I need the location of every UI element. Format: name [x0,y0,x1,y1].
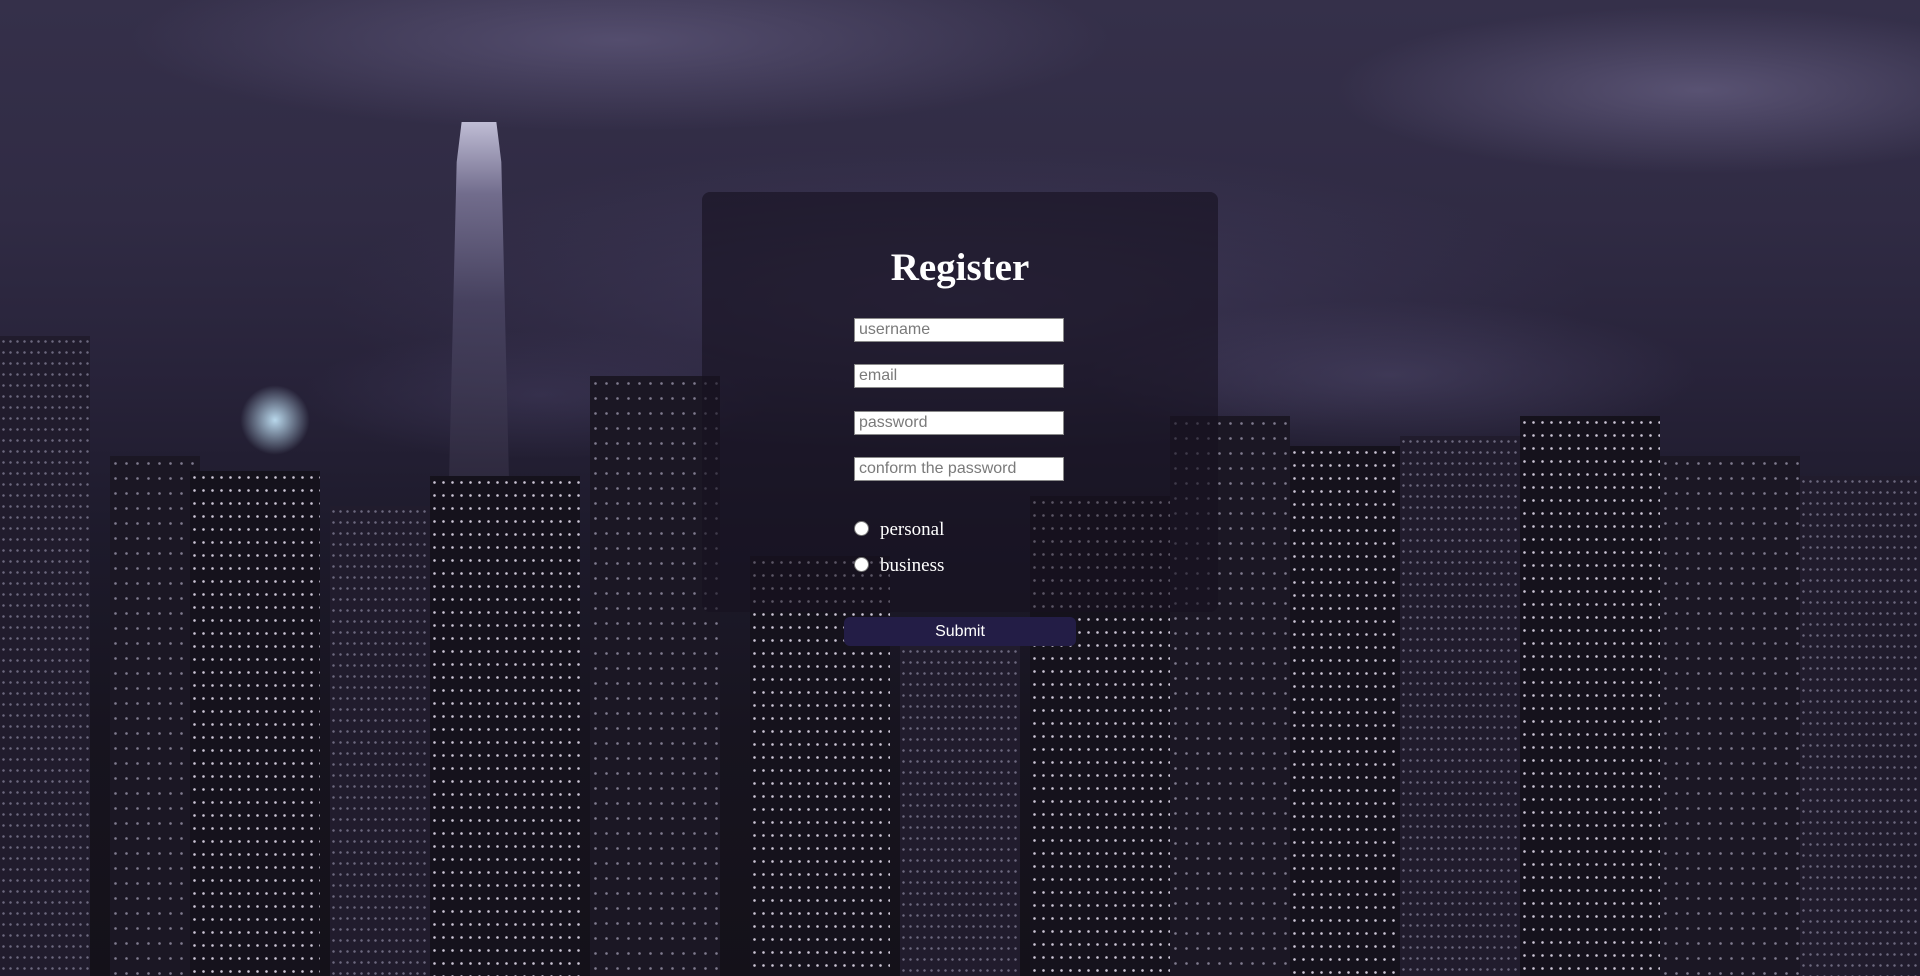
password-input[interactable] [854,411,1064,435]
submit-button[interactable]: Submit [844,617,1076,646]
business-radio-button[interactable] [854,556,869,572]
confirm-password-input[interactable] [854,457,1064,481]
background-building [0,336,90,976]
radio-option-personal[interactable]: personal [854,518,944,542]
username-input[interactable] [854,318,1064,342]
background-light-glow [240,385,310,455]
radio-option-business[interactable]: business [854,554,944,578]
background-building [900,646,1020,976]
background-building [430,476,580,976]
background-building [1660,456,1800,976]
background-building [1520,416,1660,976]
background-building [330,506,430,976]
background-building [110,456,200,976]
business-radio-label: business [880,555,945,576]
personal-radio-button[interactable] [854,520,869,536]
background-building [1800,476,1920,976]
background-building [1400,436,1520,976]
personal-radio-label: personal [880,519,945,540]
background-building [590,376,720,976]
background-building [190,471,320,976]
email-input[interactable] [854,364,1064,388]
register-title: Register [890,246,1030,289]
background-skyscraper [448,122,510,522]
